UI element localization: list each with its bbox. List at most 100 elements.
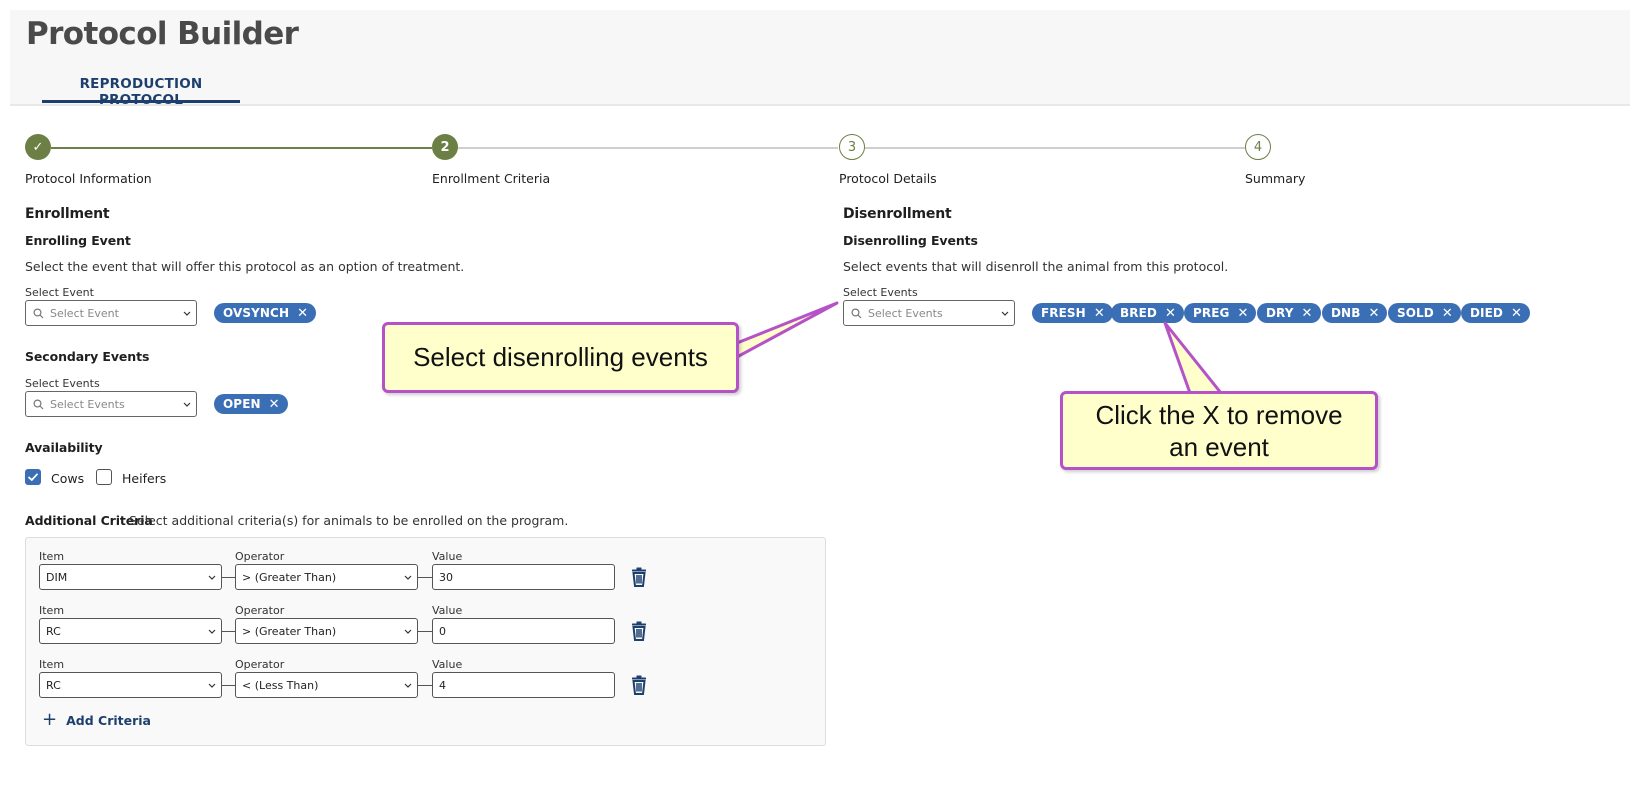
event-chip: FRESH ✕ [1032, 303, 1113, 323]
additional-criteria-description: Select additional criteria(s) for animal… [129, 513, 569, 528]
item-select[interactable]: RC [39, 618, 222, 644]
operator-select[interactable]: > (Greater Than) [235, 618, 418, 644]
event-chip: OVSYNCH ✕ [214, 303, 317, 323]
step-2-marker[interactable]: 2 [432, 134, 458, 160]
value-text: 0 [439, 624, 446, 638]
operator-label: Operator [235, 658, 285, 671]
select-event-label: Select Event [25, 286, 94, 299]
row-connector [418, 685, 432, 686]
item-select[interactable]: RC [39, 672, 222, 698]
operator-select[interactable]: > (Greater Than) [235, 564, 418, 590]
chevron-down-icon [203, 629, 221, 634]
event-chip: DRY ✕ [1257, 303, 1321, 323]
value-label: Value [432, 604, 463, 617]
callout-pointer-disenroll [735, 301, 839, 359]
close-icon[interactable]: ✕ [269, 398, 280, 411]
chip-label: FRESH [1041, 306, 1086, 320]
chip-label: DNB [1331, 306, 1361, 320]
row-connector [222, 685, 235, 686]
close-icon[interactable]: ✕ [1368, 307, 1379, 320]
chevron-down-icon [399, 629, 417, 634]
cows-label[interactable]: Cows [51, 471, 84, 486]
disenrolling-events-label: Disenrolling Events [843, 233, 978, 248]
event-chip: BRED ✕ [1111, 303, 1184, 323]
step-4-label[interactable]: Summary [1245, 171, 1305, 186]
operator-value: > (Greater Than) [242, 570, 337, 584]
event-chip: SOLD ✕ [1388, 303, 1461, 323]
value-text: 30 [439, 570, 453, 584]
callout-remove-event: Click the X to remove an event [1060, 391, 1378, 470]
chevron-down-icon [996, 311, 1014, 316]
step-2-label[interactable]: Enrollment Criteria [432, 171, 550, 186]
item-value: DIM [46, 570, 68, 584]
trash-icon[interactable] [630, 567, 648, 587]
callout-select-disenrolling: Select disenrolling events [382, 322, 739, 393]
step-4-marker[interactable]: 4 [1245, 134, 1271, 160]
enrollment-heading: Enrollment [25, 206, 110, 222]
disenrolling-events-select[interactable]: Select Events [843, 300, 1015, 326]
secondary-select-label: Select Events [25, 377, 100, 390]
chip-label: DRY [1266, 306, 1294, 320]
enrolling-event-description: Select the event that will offer this pr… [25, 259, 465, 274]
row-connector [418, 631, 432, 632]
step-3-marker[interactable]: 3 [839, 134, 865, 160]
search-icon [26, 307, 50, 319]
availability-label: Availability [25, 440, 103, 455]
disenrolling-event-chips: FRESH ✕ BRED ✕ PREG ✕ DRY ✕ DNB ✕ SOLD ✕ DIED ✕ [1032, 303, 1532, 323]
value-input[interactable]: 0 [432, 618, 615, 644]
heifers-label[interactable]: Heifers [122, 471, 166, 486]
plus-icon: + [42, 709, 58, 730]
callout-pointer-remove [1163, 321, 1223, 395]
secondary-events-select[interactable]: Select Events [25, 391, 197, 417]
step-1-label[interactable]: Protocol Information [25, 171, 152, 186]
callout-text-line-1: Click the X to remove [1095, 399, 1343, 430]
chevron-down-icon [178, 402, 196, 407]
enrolling-event-label: Enrolling Event [25, 233, 131, 248]
item-value: RC [46, 678, 61, 692]
operator-label: Operator [235, 604, 285, 617]
trash-icon[interactable] [630, 621, 648, 641]
trash-icon[interactable] [630, 675, 648, 695]
close-icon[interactable]: ✕ [1442, 307, 1453, 320]
close-icon[interactable]: ✕ [1165, 307, 1176, 320]
chevron-down-icon [399, 683, 417, 688]
step-1-check-icon[interactable]: ✓ [25, 134, 51, 160]
value-label: Value [432, 658, 463, 671]
add-criteria-button[interactable]: + Add Criteria [42, 711, 151, 729]
callout-text: Select disenrolling events [413, 342, 708, 372]
event-chip: PREG ✕ [1184, 303, 1257, 323]
chevron-down-icon [178, 311, 196, 316]
item-select[interactable]: DIM [39, 564, 222, 590]
step-connector-pending [458, 147, 838, 149]
search-icon [844, 307, 868, 319]
operator-select[interactable]: < (Less Than) [235, 672, 418, 698]
chip-label: PREG [1193, 306, 1230, 320]
close-icon[interactable]: ✕ [1511, 307, 1522, 320]
row-connector [222, 577, 235, 578]
select-events-placeholder: Select Events [868, 306, 943, 320]
item-label: Item [39, 658, 65, 671]
operator-value: > (Greater Than) [242, 624, 337, 638]
tab-reproduction-protocol[interactable]: REPRODUCTION PROTOCOL [42, 76, 240, 108]
heifers-checkbox[interactable] [96, 469, 112, 485]
add-criteria-label: Add Criteria [66, 712, 151, 728]
close-icon[interactable]: ✕ [1237, 307, 1248, 320]
close-icon[interactable]: ✕ [1302, 307, 1313, 320]
secondary-event-chips: OPEN ✕ [214, 394, 294, 414]
value-input[interactable]: 30 [432, 564, 615, 590]
value-input[interactable]: 4 [432, 672, 615, 698]
cows-checkbox[interactable] [25, 469, 41, 485]
step-3-label[interactable]: Protocol Details [839, 171, 937, 186]
chip-label: DIED [1470, 306, 1503, 320]
chip-label: OVSYNCH [223, 306, 290, 320]
page-title: Protocol Builder [26, 16, 299, 52]
chip-label: SOLD [1397, 306, 1434, 320]
close-icon[interactable]: ✕ [297, 307, 308, 320]
chevron-down-icon [203, 683, 221, 688]
event-chip: DNB ✕ [1322, 303, 1388, 323]
select-event-placeholder: Select Event [50, 306, 119, 320]
chip-label: BRED [1120, 306, 1157, 320]
close-icon[interactable]: ✕ [1094, 307, 1105, 320]
page-header: Protocol Builder REPRODUCTION PROTOCOL [10, 10, 1630, 108]
enrolling-event-select[interactable]: Select Event [25, 300, 197, 326]
